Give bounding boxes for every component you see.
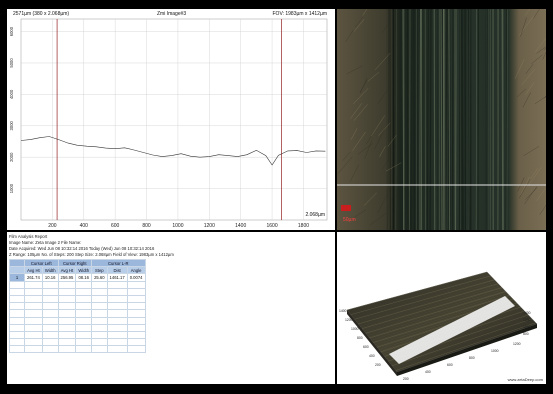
chart-header-left: 2571µm (380 x 2.068µm) [13, 11, 70, 17]
table-cell: 0.0074 [126, 273, 146, 282]
group-cursor-left: Cursor Left [24, 258, 59, 268]
x-tick-label: 1200 [204, 223, 215, 229]
x-tick-label: 200 [48, 223, 57, 229]
empty-table-row [9, 316, 146, 325]
group-cursor-right: Cursor Right [57, 258, 93, 268]
x-tick-label: 1000 [172, 223, 183, 229]
col-header: Angle [126, 266, 146, 275]
surface-axis-tick: 1400 [523, 311, 531, 315]
surface-axis-tick: 800 [469, 356, 475, 360]
y-tick-label: 2000 [9, 152, 14, 162]
surface-axis-tick: 200 [375, 363, 381, 367]
y-tick-label: 4000 [9, 89, 14, 99]
col-header: Avg Ht [24, 266, 43, 275]
table-cell: 25.60 [91, 273, 108, 282]
surface-axis-tick: 1200 [513, 342, 521, 346]
surface-axis-tick: 800 [523, 332, 529, 336]
y-tick-label: 1000 [9, 183, 14, 193]
col-header: Width [75, 266, 93, 275]
watermark-text: www.zetaDeep.com [507, 377, 543, 382]
chart-corner-label: 2.068µm [305, 212, 325, 218]
col-header: Step [91, 266, 108, 275]
empty-table-row [9, 287, 146, 296]
col-header: Avg Ht [57, 266, 77, 275]
report-date: Date Acquired: Wed Jun 08 10:32:14 2016 … [9, 246, 155, 251]
surface-axis-tick: 1400 [339, 309, 347, 313]
surface-3d-view: 1400 1200 1000 800 600 400 200 200 400 600 800 1000… [339, 271, 538, 381]
surface-axis-tick: 800 [357, 336, 363, 340]
surface-axis-tick: 200 [403, 377, 409, 381]
empty-table-row [9, 280, 146, 289]
empty-table-row [9, 345, 146, 354]
x-tick-label: 600 [111, 223, 120, 229]
surface-axis-tick: 1000 [351, 327, 359, 331]
x-tick-label: 800 [142, 223, 151, 229]
surface-3d-panel[interactable]: 1400 1200 1000 800 600 400 200 200 400 600 800 1000… [337, 232, 546, 384]
wear-streak [451, 9, 454, 230]
x-tick-label: 400 [80, 223, 89, 229]
profile-chart-panel: 200 400 600 800 1000 1200 1400 1600 1800 6000 5000… [7, 9, 335, 230]
x-tick-label: 1800 [298, 223, 309, 229]
table-row[interactable]: 1 261.74 10.16 256.95 08.16 25.60 1461.1… [9, 273, 146, 282]
scale-label: 50µm [343, 217, 356, 223]
row-index: 1 [9, 273, 25, 282]
col-header: Width [41, 266, 59, 275]
surface-axis-tick: 1200 [523, 318, 531, 322]
col-header: Dist [106, 266, 128, 275]
surface-axis-tick: 1000 [523, 325, 531, 329]
y-tick-label: 6000 [9, 26, 14, 36]
surface-axis-tick: 600 [363, 345, 369, 349]
empty-table-row [9, 323, 146, 332]
table-cell: 261.74 [24, 273, 43, 282]
table-cell: 1461.17 [106, 273, 128, 282]
y-tick-label: 3000 [9, 120, 14, 130]
wear-streak [501, 9, 504, 230]
results-table: Cursor Left Cursor Right Cursor L-R Avg … [9, 258, 146, 354]
microscope-image-panel[interactable]: 50µm [337, 9, 546, 230]
chart-header-title: Zmi Image#3 [157, 11, 187, 17]
scale-bar-icon [341, 205, 351, 211]
wear-streak [468, 9, 470, 230]
analysis-report-panel: Film Analysis Report Image Name: Zeta Im… [7, 232, 335, 384]
empty-table-row [9, 309, 146, 318]
wear-streak [433, 9, 436, 230]
chart-header-right: FOV: 1983µm x 1412µm [272, 11, 328, 17]
empty-table-row [9, 330, 146, 340]
wear-streak [408, 9, 411, 230]
y-tick-label: 5000 [9, 58, 14, 68]
surface-axis-tick: 400 [369, 354, 375, 358]
table-cell: 256.95 [57, 273, 77, 282]
empty-table-row [9, 294, 146, 304]
surface-axis-tick: 400 [425, 370, 431, 374]
profile-chart[interactable]: 200 400 600 800 1000 1200 1400 1600 1800 6000 5000… [7, 9, 335, 230]
empty-table-row [9, 302, 146, 311]
surface-axis-tick: 1200 [345, 318, 353, 322]
surface-axis-tick: 1000 [491, 349, 499, 353]
table-cell: 10.16 [41, 273, 59, 282]
wear-streak [458, 9, 461, 230]
x-tick-label: 1400 [235, 223, 246, 229]
report-title: Film Analysis Report [9, 234, 48, 239]
report-zrange: Z Range: 105µm No. of Steps: 200 Step Si… [9, 252, 174, 257]
surface-axis-tick: 600 [447, 363, 453, 367]
microscope-image: 50µm [337, 9, 546, 230]
table-cell: 08.16 [75, 273, 93, 282]
wear-streak [407, 9, 410, 230]
empty-table-row [9, 338, 146, 347]
group-cursor-lr: Cursor L-R [91, 258, 146, 268]
x-tick-label: 1600 [267, 223, 278, 229]
report-image-name: Image Name: Zeta Image 2 File Name: [9, 240, 82, 245]
wear-streak [477, 9, 479, 230]
